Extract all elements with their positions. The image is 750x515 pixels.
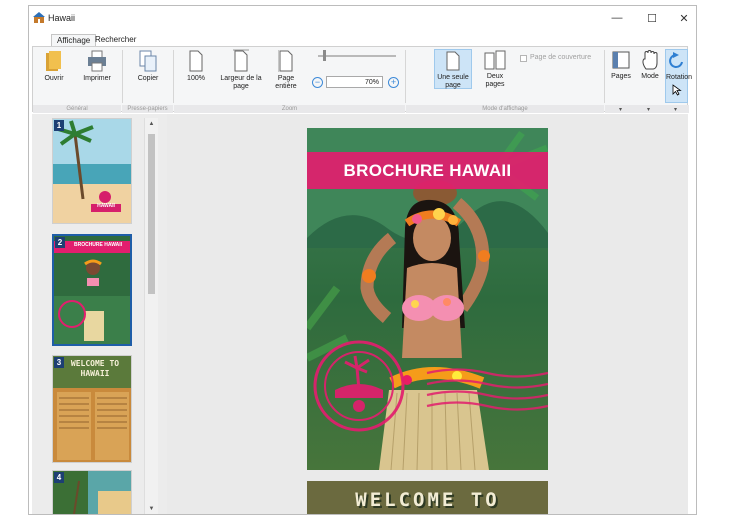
mode-button[interactable]: Mode xyxy=(639,49,661,81)
thumbnail-page-1[interactable]: 1 HAWAII xyxy=(52,118,132,224)
scroll-up-icon[interactable]: ▲ xyxy=(145,118,158,131)
rotation-button[interactable]: Rotation xyxy=(665,49,692,103)
ribbon-tabs: Affichage Rechercher xyxy=(29,31,696,47)
copy-button[interactable]: Copier xyxy=(133,49,163,83)
thumbnail-label: HAWAII xyxy=(97,203,115,209)
brochure-headline: BROCHURE HAWAII xyxy=(307,152,548,189)
two-pages-label-1: Deux xyxy=(486,73,504,80)
group-clipboard: Presse-papiers xyxy=(122,105,173,113)
separator xyxy=(405,50,406,103)
cover-page-label: Page de couverture xyxy=(530,54,592,61)
chevron-down-icon[interactable]: ▾ xyxy=(619,106,622,113)
zoom-out-icon[interactable]: − xyxy=(312,77,323,88)
pages-label: Pages xyxy=(611,73,631,80)
mouse-cursor-icon xyxy=(672,84,682,96)
document-page-current: BROCHURE HAWAII xyxy=(307,128,548,470)
printer-icon xyxy=(88,50,106,72)
page-width-label-2: page xyxy=(233,83,249,90)
thumbnail-pane: 1 HAWAII 2 BROCHURE HAWAII 3 WELCOME TO … xyxy=(32,114,167,514)
chevron-down-icon[interactable]: ▾ xyxy=(674,106,677,113)
zoom-slider-thumb[interactable] xyxy=(323,50,326,61)
rotation-label: Rotation xyxy=(666,74,693,81)
full-page-icon xyxy=(278,50,293,72)
copy-label: Copier xyxy=(137,75,159,82)
thumbnail-page-2[interactable]: 2 BROCHURE HAWAII xyxy=(52,234,132,346)
title-bar: Hawaii — ☐ ✕ xyxy=(29,6,696,31)
app-icon xyxy=(33,12,45,23)
maximize-button[interactable]: ☐ xyxy=(637,9,667,27)
hand-icon xyxy=(642,50,658,70)
thumbnail-page-4[interactable]: 4 xyxy=(52,470,132,514)
print-button[interactable]: Imprimer xyxy=(79,49,115,83)
window-title: Hawaii xyxy=(48,13,76,23)
page-width-icon xyxy=(233,49,249,72)
close-button[interactable]: ✕ xyxy=(669,9,696,27)
zoom-100-button[interactable]: 100% xyxy=(183,49,209,83)
page-width-label-1: Largeur de la xyxy=(220,75,262,82)
full-page-label-2: entière xyxy=(275,83,297,90)
pages-panel-icon xyxy=(612,51,630,69)
thumbnail-label: WELCOME TO HAWAII xyxy=(70,359,120,378)
thumbnail-number: 4 xyxy=(54,472,64,483)
thumbnail-image xyxy=(54,236,130,344)
thumbnail-number: 2 xyxy=(55,237,65,248)
group-zoom: Zoom xyxy=(174,105,405,113)
full-page-label-1: Page xyxy=(277,75,295,82)
zoom-in-icon[interactable]: + xyxy=(388,77,399,88)
thumbnail-number: 3 xyxy=(54,357,64,368)
chevron-down-icon[interactable]: ▾ xyxy=(647,106,650,113)
two-pages-label-2: pages xyxy=(485,81,505,88)
single-page-icon xyxy=(446,51,460,71)
cover-page-checkbox[interactable] xyxy=(520,55,527,62)
scroll-down-icon[interactable]: ▼ xyxy=(145,503,158,514)
document-page-next: WELCOME TO xyxy=(307,481,548,514)
zoom-level-input[interactable]: 70% xyxy=(326,76,383,88)
zoom-slider-track[interactable] xyxy=(318,55,396,57)
group-display-mode: Mode d'affichage xyxy=(406,105,604,113)
folder-icon xyxy=(46,51,61,71)
single-page-label-1: Une seule xyxy=(437,74,469,81)
app-window: Hawaii — ☐ ✕ Affichage Rechercher Ouvrir… xyxy=(28,5,697,515)
zoom-100-label: 100% xyxy=(187,75,205,82)
pages-button[interactable]: Pages xyxy=(609,49,633,81)
group-general: Général xyxy=(33,105,121,113)
open-label: Ouvrir xyxy=(44,75,64,82)
mode-label: Mode xyxy=(641,73,659,80)
copy-icon xyxy=(139,50,157,72)
page-viewer: BROCHURE HAWAII WELCOME TO ▲ ▼ xyxy=(182,114,672,514)
thumbnail-page-3[interactable]: 3 WELCOME TO HAWAII xyxy=(52,355,132,463)
page-width-button[interactable]: Largeur de la page xyxy=(216,49,266,91)
page-icon xyxy=(189,50,203,72)
open-button[interactable]: Ouvrir xyxy=(39,49,69,83)
scrollbar-thumb[interactable] xyxy=(148,134,155,294)
welcome-headline: WELCOME TO xyxy=(355,489,500,511)
thumbnail-label: BROCHURE HAWAII xyxy=(73,242,123,248)
minimize-button[interactable]: — xyxy=(602,9,632,27)
ribbon: Ouvrir Imprimer Copier 100% Largeur de l… xyxy=(32,46,692,113)
rotate-icon xyxy=(668,52,683,68)
full-page-button[interactable]: Page entière xyxy=(272,49,300,91)
thumbnail-image xyxy=(53,471,131,514)
separator xyxy=(604,50,605,103)
print-label: Imprimer xyxy=(83,75,111,82)
two-pages-button[interactable]: Deux pages xyxy=(478,49,512,89)
separator xyxy=(173,50,174,103)
two-pages-icon xyxy=(484,50,506,70)
single-page-label-2: page xyxy=(445,82,461,89)
single-page-button[interactable]: Une seule page xyxy=(434,49,472,89)
separator xyxy=(122,50,123,103)
thumbnail-scrollbar[interactable]: ▲ ▼ xyxy=(144,118,158,514)
document-area: 1 HAWAII 2 BROCHURE HAWAII 3 WELCOME TO … xyxy=(32,114,688,514)
thumbnail-number: 1 xyxy=(54,120,64,131)
